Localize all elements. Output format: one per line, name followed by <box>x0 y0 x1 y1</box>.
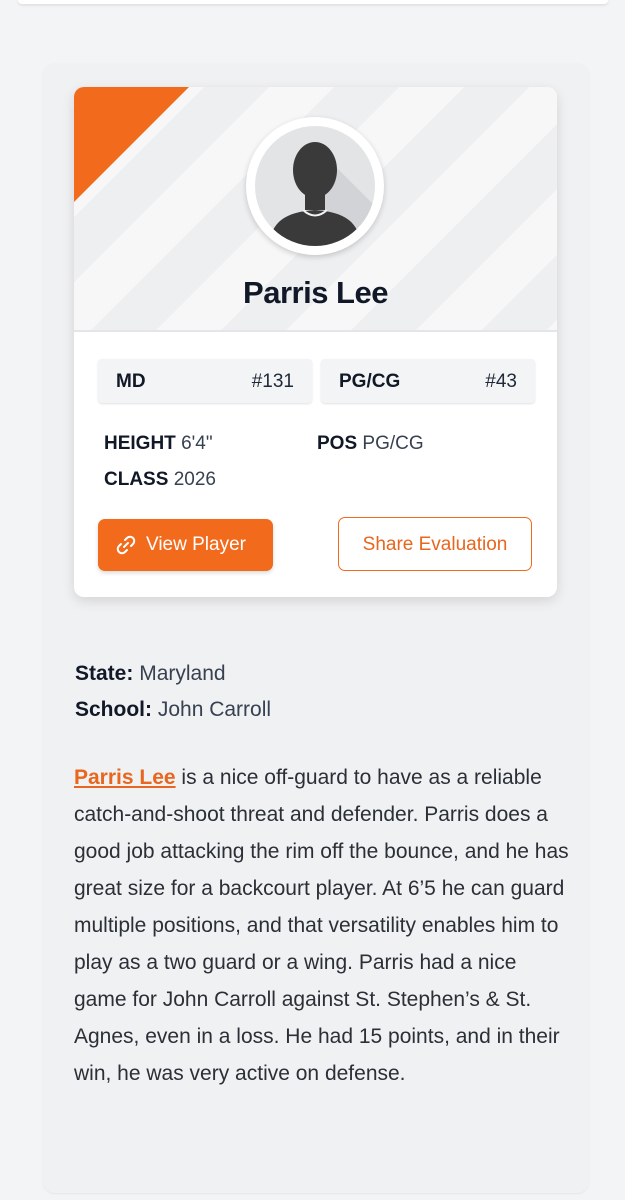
school-detail: School: John Carroll <box>75 698 271 722</box>
state-rank-badge: MD #131 <box>98 359 312 403</box>
view-player-label: View Player <box>146 534 246 555</box>
evaluation-body: is a nice off-guard to have as a reliabl… <box>74 766 569 1085</box>
link-icon <box>116 535 136 555</box>
view-player-button[interactable]: View Player <box>98 519 273 571</box>
class-stat: CLASS 2026 <box>104 469 216 491</box>
evaluation-text: Parris Lee is a nice off-guard to have a… <box>74 759 574 1092</box>
pos-label: POS <box>317 433 358 454</box>
card-header: Parris Lee <box>74 87 557 332</box>
player-name-link[interactable]: Parris Lee <box>74 766 176 789</box>
height-label: HEIGHT <box>104 433 176 454</box>
state-rank: #131 <box>251 371 294 392</box>
pos-value: PG/CG <box>362 433 424 454</box>
height-stat: HEIGHT 6'4" <box>104 433 213 455</box>
state-detail-label: State: <box>75 662 134 685</box>
class-label: CLASS <box>104 469 169 490</box>
previous-card-edge <box>18 0 608 4</box>
position-rank: #43 <box>485 371 517 392</box>
position-stat: POS PG/CG <box>317 433 424 455</box>
state-detail: State: Maryland <box>75 662 226 686</box>
height-value: 6'4" <box>181 433 213 454</box>
school-detail-value: John Carroll <box>157 698 272 721</box>
person-silhouette-icon <box>255 126 375 246</box>
position-rank-badge: PG/CG #43 <box>321 359 535 403</box>
position-code: PG/CG <box>339 371 401 392</box>
player-name: Parris Lee <box>243 275 388 310</box>
player-card: Parris Lee MD #131 PG/CG #43 HEIGHT 6'4"… <box>74 87 557 597</box>
school-detail-label: School: <box>75 698 152 721</box>
state-code: MD <box>116 371 146 392</box>
class-value: 2026 <box>173 469 216 490</box>
share-evaluation-button[interactable]: Share Evaluation <box>338 517 532 571</box>
silhouette-graphic <box>269 142 375 246</box>
avatar <box>246 117 384 255</box>
accent-corner <box>74 87 189 202</box>
state-detail-value: Maryland <box>139 662 226 685</box>
